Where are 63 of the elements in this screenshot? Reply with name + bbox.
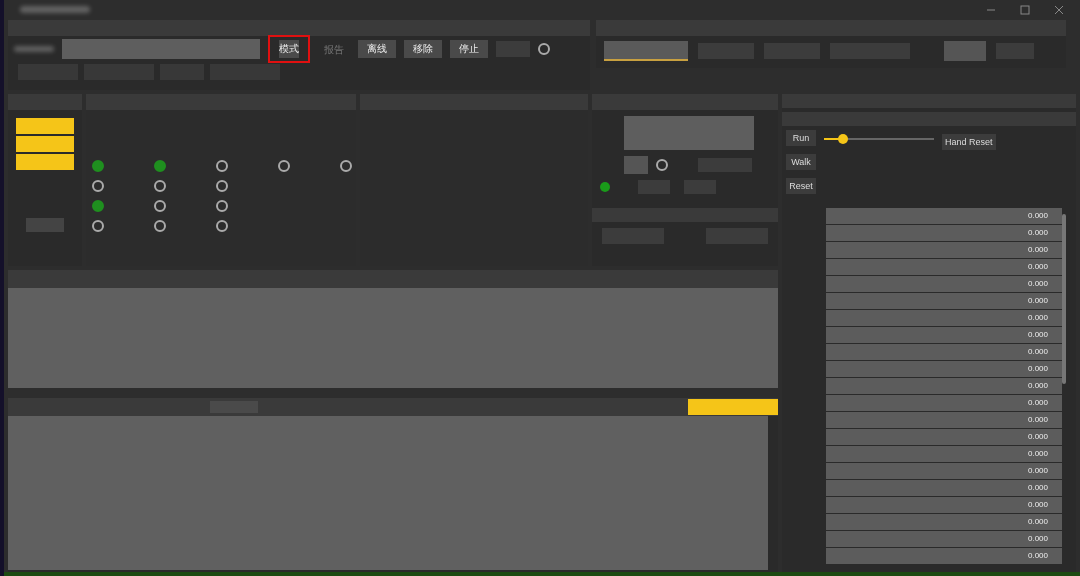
radio-button[interactable]: [216, 180, 228, 192]
value-field[interactable]: 0.000: [826, 293, 1062, 309]
value-field[interactable]: 0.000: [826, 310, 1062, 326]
preset-button[interactable]: [16, 154, 74, 170]
value-field[interactable]: 0.000: [826, 361, 1062, 377]
toolbar-button[interactable]: 移除: [404, 40, 442, 58]
path-field[interactable]: [62, 39, 260, 59]
toolbar-button[interactable]: 离线: [358, 40, 396, 58]
scrollbar[interactable]: [1062, 214, 1066, 384]
value-field[interactable]: 0.000: [826, 497, 1062, 513]
value-field[interactable]: 0.000: [826, 548, 1062, 564]
motion-button[interactable]: Run: [786, 130, 816, 146]
toolbar-button[interactable]: 停止: [450, 40, 488, 58]
radio-button[interactable]: [216, 200, 228, 212]
value-field[interactable]: 0.000: [826, 395, 1062, 411]
radio-button[interactable]: [92, 180, 104, 192]
radio-button[interactable]: [216, 220, 228, 232]
close-icon[interactable]: [1054, 5, 1064, 15]
hand-reset-button[interactable]: Hand Reset: [942, 134, 996, 150]
radio-button[interactable]: [154, 220, 166, 232]
report-label: 报告: [323, 42, 345, 57]
device-dropdown[interactable]: [604, 41, 688, 61]
radio-button[interactable]: [216, 160, 228, 172]
blurred-label: [20, 6, 90, 13]
highlight-button[interactable]: [688, 399, 778, 415]
spin-field[interactable]: [624, 156, 648, 174]
radio-button[interactable]: [92, 200, 104, 212]
motion-button[interactable]: Walk: [786, 154, 816, 170]
value-field[interactable]: 0.000: [826, 259, 1062, 275]
radio-button[interactable]: [154, 200, 166, 212]
radio-button[interactable]: [340, 160, 352, 172]
value-field[interactable]: 0.000: [826, 412, 1062, 428]
motion-button[interactable]: Reset: [786, 178, 816, 194]
text-area[interactable]: [624, 116, 754, 150]
value-field[interactable]: 0.000: [826, 327, 1062, 343]
value-field[interactable]: 0.000: [826, 429, 1062, 445]
radio-button[interactable]: [154, 160, 166, 172]
value-field[interactable]: 0.000: [826, 378, 1062, 394]
value-field[interactable]: 0.000: [826, 344, 1062, 360]
value-field[interactable]: 0.000: [826, 463, 1062, 479]
value-field[interactable]: 0.000: [826, 242, 1062, 258]
maximize-icon[interactable]: [1020, 5, 1030, 15]
value-field[interactable]: 0.000: [826, 480, 1062, 496]
radio-button[interactable]: [154, 180, 166, 192]
blurred-label: [14, 46, 54, 52]
spin-field[interactable]: [944, 41, 986, 61]
tab[interactable]: [210, 64, 280, 80]
radio-button[interactable]: [92, 220, 104, 232]
value-field[interactable]: 0.000: [826, 446, 1062, 462]
preset-button[interactable]: [16, 136, 74, 152]
slider-thumb[interactable]: [837, 134, 848, 144]
value-field[interactable]: 0.000: [826, 225, 1062, 241]
radio-button[interactable]: [656, 159, 668, 171]
radio-button[interactable]: [538, 43, 550, 55]
value-field[interactable]: 0.000: [826, 531, 1062, 547]
value-field[interactable]: 0.000: [826, 276, 1062, 292]
value-field[interactable]: 0.000: [826, 514, 1062, 530]
value-field[interactable]: 0.000: [826, 208, 1062, 224]
radio-button[interactable]: [92, 160, 104, 172]
apply-button[interactable]: [26, 218, 64, 232]
radio-button[interactable]: [278, 160, 290, 172]
preset-button[interactable]: [16, 118, 74, 134]
toolbar-button[interactable]: 模式: [268, 35, 310, 63]
